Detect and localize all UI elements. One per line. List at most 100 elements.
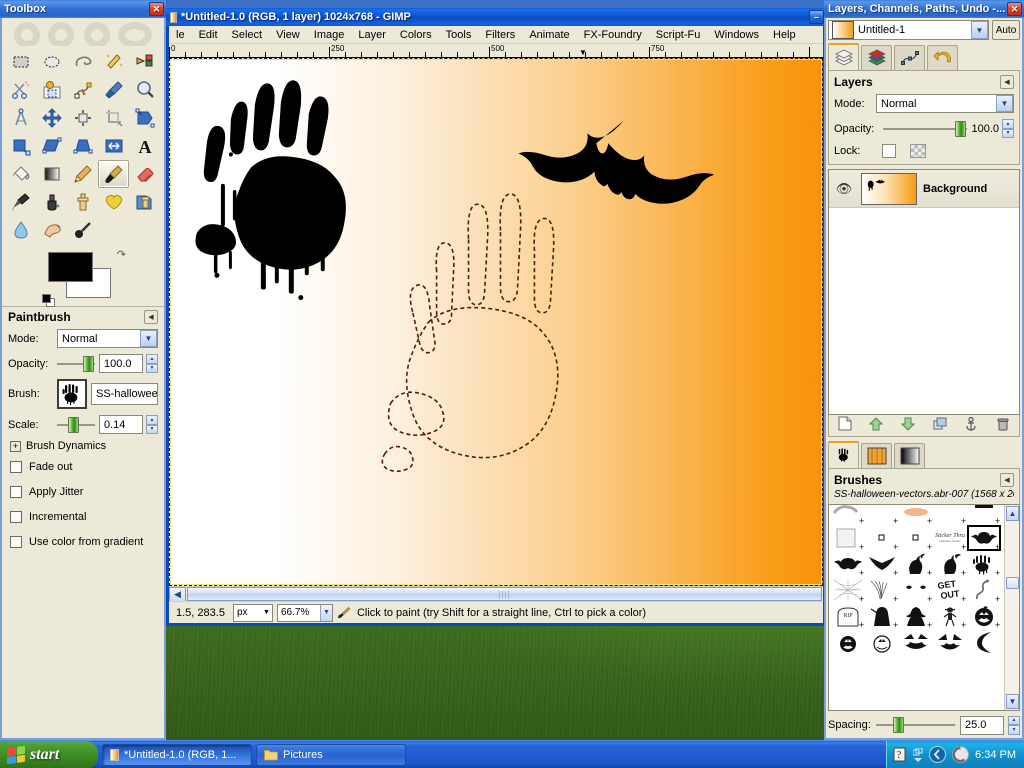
plus-icon[interactable]: + (10, 440, 21, 452)
measure-tool[interactable] (6, 104, 37, 132)
menu-item-edit[interactable]: Edit (192, 27, 225, 43)
zoom-select[interactable]: 66.7% ▼ (276, 603, 333, 622)
brush-cell-pumpkin-outline[interactable] (865, 629, 899, 655)
opacity-stepper[interactable]: ▲ ▼ (146, 354, 158, 373)
incremental-checkbox[interactable]: Incremental (10, 511, 158, 523)
use-color-from-gradient-checkbox[interactable]: Use color from gradient (10, 536, 158, 548)
spacing-slider[interactable] (875, 717, 955, 733)
dodge-burn-tool[interactable] (68, 216, 99, 244)
scissors-select-tool[interactable] (6, 76, 37, 104)
taskbar-item-pictures[interactable]: Pictures (256, 743, 406, 766)
checkbox-icon[interactable] (10, 511, 22, 523)
chevron-down-icon[interactable]: ▼ (140, 330, 157, 347)
checkbox-icon[interactable] (10, 536, 22, 548)
slider-knob[interactable] (893, 717, 905, 733)
lock-transparency-icon[interactable] (910, 144, 926, 158)
rotate-tool[interactable] (129, 104, 160, 132)
brush-cells[interactable]: + + + + + + + + Sticker Thru halloween vectors + + +… (829, 504, 1004, 711)
menu-item-layer[interactable]: Layer (351, 27, 393, 43)
blur-sharpen-tool[interactable] (6, 216, 37, 244)
duplicate-layer-icon[interactable] (933, 417, 947, 434)
close-icon[interactable]: ✕ (149, 2, 164, 16)
scale-slider[interactable] (57, 416, 95, 433)
menu-item-windows[interactable]: Windows (707, 27, 766, 43)
mode-select[interactable]: Normal ▼ (57, 329, 158, 348)
foreground-background-color-swatch[interactable]: ↷ (42, 249, 126, 307)
unit-select[interactable]: px ▼ (232, 603, 273, 622)
brush-cell-pumpkin-small[interactable] (831, 629, 865, 655)
menu-item-tools[interactable]: Tools (439, 27, 479, 43)
delete-layer-icon[interactable] (996, 417, 1010, 434)
start-button[interactable]: start (0, 740, 98, 768)
move-tool[interactable] (37, 104, 68, 132)
foreground-color-swatch[interactable] (48, 252, 93, 282)
scrollbar-thumb[interactable]: |||| (187, 587, 822, 601)
menu-item-select[interactable]: Select (225, 27, 270, 43)
shear-tool[interactable] (37, 132, 68, 160)
scale-tool[interactable] (6, 132, 37, 160)
menu-item-help[interactable]: Help (766, 27, 803, 43)
menu-item-image[interactable]: Image (307, 27, 352, 43)
crop-tool[interactable] (98, 104, 129, 132)
eraser-tool[interactable] (129, 160, 160, 188)
menu-item-le[interactable]: le (169, 27, 192, 43)
ellipse-select-tool[interactable] (37, 48, 68, 76)
scroll-left-icon[interactable]: ◀ (169, 586, 186, 602)
tab-undo[interactable] (927, 45, 958, 70)
tab-brushes[interactable] (828, 440, 859, 468)
checkbox-icon[interactable] (10, 486, 22, 498)
layer-opacity-slider[interactable] (883, 120, 968, 137)
image-select[interactable]: Untitled-1 ▼ (828, 20, 989, 40)
reset-colors-icon[interactable] (42, 294, 56, 308)
apply-jitter-checkbox[interactable]: Apply Jitter (10, 486, 158, 498)
tab-paths[interactable] (894, 45, 925, 70)
brush-cell-jack-face[interactable] (899, 629, 933, 655)
smudge-tool[interactable] (37, 216, 68, 244)
tab-layers[interactable] (828, 43, 859, 70)
taskbar-item-gimp[interactable]: *Untitled-1.0 (RGB, 1... (102, 743, 252, 766)
align-tool[interactable] (68, 104, 99, 132)
foreground-select-tool[interactable] (37, 76, 68, 104)
zoom-tool[interactable] (129, 76, 160, 104)
gradient-tool[interactable] (37, 160, 68, 188)
auto-follow-button[interactable]: Auto (992, 20, 1020, 40)
brush-grid[interactable]: + + + + + + + + Sticker Thru halloween vectors + + +… (828, 503, 1020, 711)
slider-knob[interactable] (955, 120, 967, 137)
close-icon[interactable]: ✕ (1007, 2, 1022, 16)
brush-dynamics-expander[interactable]: + Brush Dynamics (10, 440, 158, 452)
rect-select-tool[interactable] (6, 48, 37, 76)
tab-patterns[interactable] (861, 442, 892, 468)
help-icon[interactable]: ? (893, 747, 907, 762)
image-canvas[interactable] (169, 58, 823, 586)
minimize-icon[interactable]: – (809, 10, 824, 24)
chevron-down-icon[interactable]: ▼ (263, 609, 270, 616)
anchor-layer-icon[interactable] (964, 416, 978, 434)
heal-tool[interactable] (98, 188, 129, 216)
lower-layer-icon[interactable] (900, 417, 916, 434)
brush-cell-jack-face-angry[interactable] (933, 629, 967, 655)
new-layer-icon[interactable] (838, 416, 852, 434)
menu-item-view[interactable]: View (269, 27, 307, 43)
color-picker-tool[interactable] (98, 76, 129, 104)
chevron-down-icon[interactable]: ▼ (996, 95, 1013, 112)
visibility-eye-icon[interactable]: 👁 (833, 181, 855, 197)
flip-tool[interactable] (98, 132, 129, 160)
collapse-icon[interactable]: ◀ (1000, 75, 1014, 89)
menu-item-colors[interactable]: Colors (393, 27, 439, 43)
pencil-tool[interactable] (68, 160, 99, 188)
brush-cell-moon-crescent[interactable] (967, 629, 1001, 655)
text-tool[interactable]: A (129, 132, 160, 160)
chevron-icon[interactable] (913, 747, 923, 762)
free-select-tool[interactable] (68, 48, 99, 76)
raise-layer-icon[interactable] (869, 416, 884, 434)
checkbox-icon[interactable] (10, 461, 22, 473)
select-by-color-tool[interactable] (129, 48, 160, 76)
scale-stepper[interactable]: ▲ ▼ (146, 415, 158, 434)
chevron-down-icon[interactable]: ▼ (319, 604, 332, 621)
chevron-down-icon[interactable]: ▼ (971, 21, 988, 39)
menu-item-filters[interactable]: Filters (478, 27, 522, 43)
layer-list[interactable]: 👁 Background (828, 169, 1020, 415)
brush-grid-scrollbar[interactable]: ▲ ▼ (1004, 504, 1019, 710)
opacity-slider[interactable] (57, 355, 95, 372)
lock-alpha-checkbox[interactable] (882, 144, 896, 158)
